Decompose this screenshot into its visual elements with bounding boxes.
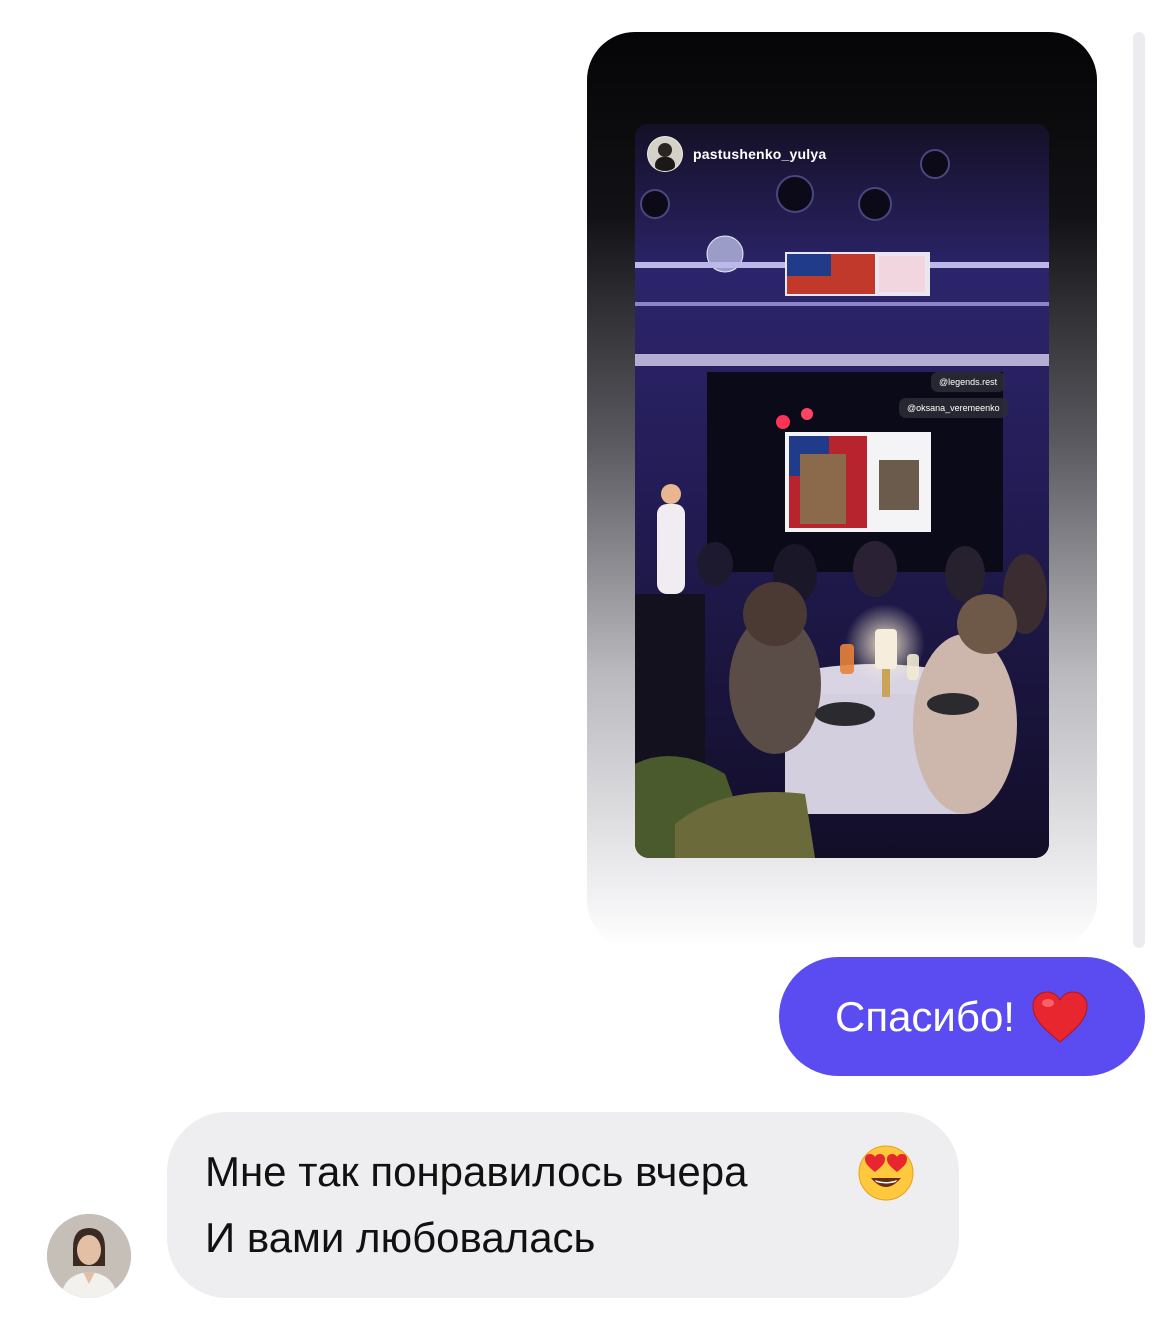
scrollbar[interactable] [1133, 32, 1145, 948]
incoming-message-line: И вами любовалась [205, 1214, 596, 1261]
incoming-message-bubble[interactable]: Мне так понравилось вчера И вами любовал… [167, 1112, 959, 1298]
story-header[interactable]: pastushenko_yulya [647, 136, 826, 172]
heart-eyes-emoji-icon [858, 1145, 914, 1201]
outgoing-message-text: Спасибо! [835, 992, 1015, 1040]
event-photo [635, 124, 1049, 858]
outgoing-message-bubble[interactable]: Спасибо! [779, 957, 1145, 1076]
chat-thread: pastushenko_yulya @legends.rest @oksana_… [0, 0, 1169, 1320]
person-icon [648, 137, 682, 171]
mention-tag[interactable]: @oksana_veremeenko [899, 398, 1008, 418]
story-author-avatar[interactable] [647, 136, 683, 172]
shared-story-message[interactable]: pastushenko_yulya @legends.rest @oksana_… [587, 32, 1097, 948]
heart-icon [1032, 990, 1088, 1043]
person-icon [47, 1214, 131, 1298]
mention-tag[interactable]: @legends.rest [931, 372, 1006, 392]
story-photo[interactable]: pastushenko_yulya @legends.rest @oksana_… [635, 124, 1049, 858]
incoming-message-line: Мне так понравилось вчера [205, 1148, 748, 1195]
story-author-username[interactable]: pastushenko_yulya [693, 146, 826, 162]
sender-avatar[interactable] [47, 1214, 131, 1298]
